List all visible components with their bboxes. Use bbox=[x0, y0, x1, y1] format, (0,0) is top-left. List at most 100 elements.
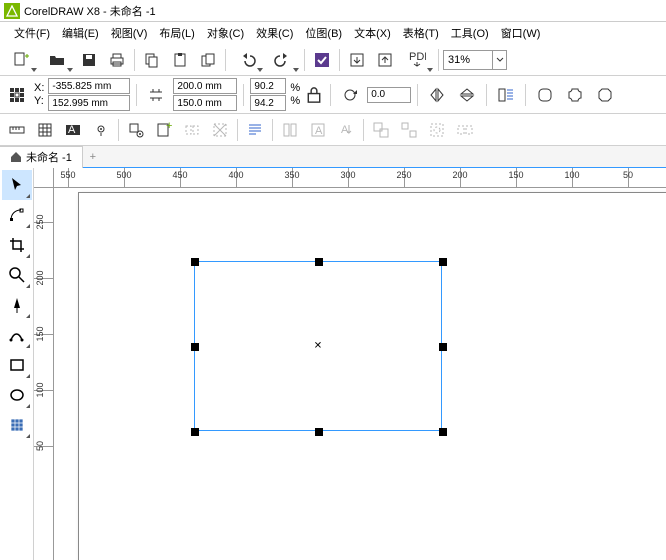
selection-handle[interactable] bbox=[191, 428, 199, 436]
zoom-tool[interactable] bbox=[2, 260, 32, 290]
lock-ratio-button[interactable] bbox=[304, 85, 324, 105]
artistic-media-tool[interactable] bbox=[2, 320, 32, 350]
menu-object[interactable]: 对象(C) bbox=[201, 22, 250, 44]
svg-text:A: A bbox=[315, 125, 323, 137]
size-block bbox=[173, 78, 237, 111]
columns-button[interactable] bbox=[277, 117, 303, 143]
selection-handle[interactable] bbox=[315, 428, 323, 436]
scalloped-corners-button[interactable] bbox=[562, 82, 588, 108]
open-button[interactable] bbox=[40, 47, 74, 73]
rectangle-tool[interactable] bbox=[2, 350, 32, 380]
vertical-ruler[interactable]: 25020015010050 bbox=[34, 188, 54, 560]
titlebar: CorelDRAW X8 - 未命名 -1 bbox=[0, 0, 666, 22]
wrap-text-button[interactable] bbox=[493, 82, 519, 108]
text-align-button[interactable] bbox=[242, 117, 268, 143]
svg-text:A: A bbox=[341, 124, 349, 136]
mirror-h-button[interactable] bbox=[424, 82, 450, 108]
extra-toolbar: A + A A bbox=[0, 114, 666, 146]
document-tab-label: 未命名 -1 bbox=[26, 149, 72, 165]
text-frame-button[interactable]: A bbox=[305, 117, 331, 143]
ruler-origin[interactable] bbox=[34, 168, 54, 188]
app-logo-icon bbox=[4, 3, 20, 19]
scale-y-input[interactable] bbox=[250, 95, 286, 111]
home-icon bbox=[10, 151, 22, 163]
canvas[interactable]: ✕ bbox=[54, 188, 666, 560]
height-input[interactable] bbox=[173, 95, 237, 111]
round-corners-button[interactable] bbox=[532, 82, 558, 108]
group-button[interactable] bbox=[368, 117, 394, 143]
freehand-tool[interactable] bbox=[2, 290, 32, 320]
svg-text:+: + bbox=[166, 121, 172, 132]
menubar: 文件(F) 编辑(E) 视图(V) 布局(L) 对象(C) 效果(C) 位图(B… bbox=[0, 22, 666, 44]
x-label: X: bbox=[34, 82, 44, 94]
menu-text[interactable]: 文本(X) bbox=[348, 22, 397, 44]
horizontal-ruler[interactable]: 55050045040035030025020015010050 bbox=[54, 168, 666, 188]
undo-button[interactable] bbox=[230, 47, 264, 73]
object-origin-button[interactable] bbox=[4, 82, 30, 108]
rotation-input[interactable] bbox=[367, 87, 411, 103]
ruler-settings-button[interactable] bbox=[4, 117, 30, 143]
property-bar: X:Y: %% bbox=[0, 76, 666, 114]
import-button[interactable] bbox=[344, 47, 370, 73]
shape-tool[interactable] bbox=[2, 200, 32, 230]
menu-edit[interactable]: 编辑(E) bbox=[56, 22, 105, 44]
menu-table[interactable]: 表格(T) bbox=[397, 22, 445, 44]
rotation-icon bbox=[337, 82, 363, 108]
menu-file[interactable]: 文件(F) bbox=[8, 22, 56, 44]
menu-effect[interactable]: 效果(C) bbox=[250, 22, 299, 44]
selection-handle[interactable] bbox=[191, 258, 199, 266]
selection-handle[interactable] bbox=[439, 428, 447, 436]
paste-button[interactable] bbox=[167, 47, 193, 73]
copy-button[interactable] bbox=[139, 47, 165, 73]
grid-button[interactable] bbox=[32, 117, 58, 143]
y-position-input[interactable] bbox=[48, 95, 130, 111]
object-manager-button[interactable]: + bbox=[151, 117, 177, 143]
menu-layout[interactable]: 布局(L) bbox=[153, 22, 200, 44]
break-apart-button[interactable] bbox=[452, 117, 478, 143]
zoom-level[interactable] bbox=[443, 50, 507, 70]
mirror-v-button[interactable] bbox=[454, 82, 480, 108]
print-button[interactable] bbox=[104, 47, 130, 73]
polygon-tool[interactable] bbox=[2, 410, 32, 440]
selection-handle[interactable] bbox=[191, 343, 199, 351]
position-block: X:Y: bbox=[34, 78, 130, 111]
zoom-dropdown-icon[interactable] bbox=[492, 51, 506, 69]
scale-x-input[interactable] bbox=[250, 78, 286, 94]
ungroup-button[interactable] bbox=[396, 117, 422, 143]
menu-view[interactable]: 视图(V) bbox=[105, 22, 154, 44]
selection-handle[interactable] bbox=[439, 343, 447, 351]
search-content-button[interactable] bbox=[309, 47, 335, 73]
workarea: 55050045040035030025020015010050 2502001… bbox=[0, 168, 666, 560]
weld-button[interactable] bbox=[207, 117, 233, 143]
width-input[interactable] bbox=[173, 78, 237, 94]
zoom-input[interactable] bbox=[444, 51, 492, 69]
crop-tool[interactable] bbox=[2, 230, 32, 260]
canvas-area: 55050045040035030025020015010050 2502001… bbox=[34, 168, 666, 560]
duplicate-button[interactable] bbox=[195, 47, 221, 73]
text-on-path-button[interactable]: A bbox=[60, 117, 86, 143]
combine-button[interactable] bbox=[424, 117, 450, 143]
x-position-input[interactable] bbox=[48, 78, 130, 94]
chamfered-corners-button[interactable] bbox=[592, 82, 618, 108]
object-props-button[interactable] bbox=[123, 117, 149, 143]
ellipse-tool[interactable] bbox=[2, 380, 32, 410]
svg-text:A: A bbox=[68, 124, 76, 136]
pick-tool[interactable] bbox=[2, 170, 32, 200]
selection-rectangle[interactable]: ✕ bbox=[194, 261, 442, 431]
publish-pdf-button[interactable]: PDF bbox=[400, 47, 434, 73]
eye-dropper-button[interactable] bbox=[88, 117, 114, 143]
text-direction-button[interactable]: A bbox=[333, 117, 359, 143]
align-distribute-button[interactable] bbox=[179, 117, 205, 143]
menu-bitmap[interactable]: 位图(B) bbox=[299, 22, 348, 44]
document-tab[interactable]: 未命名 -1 bbox=[0, 146, 83, 168]
save-button[interactable] bbox=[76, 47, 102, 73]
export-button[interactable] bbox=[372, 47, 398, 73]
selection-handle[interactable] bbox=[315, 258, 323, 266]
y-label: Y: bbox=[34, 95, 44, 107]
selection-handle[interactable] bbox=[439, 258, 447, 266]
new-button[interactable] bbox=[4, 47, 38, 73]
redo-button[interactable] bbox=[266, 47, 300, 73]
menu-window[interactable]: 窗口(W) bbox=[495, 22, 547, 44]
add-tab-button[interactable]: + bbox=[83, 151, 103, 163]
menu-tools[interactable]: 工具(O) bbox=[445, 22, 495, 44]
